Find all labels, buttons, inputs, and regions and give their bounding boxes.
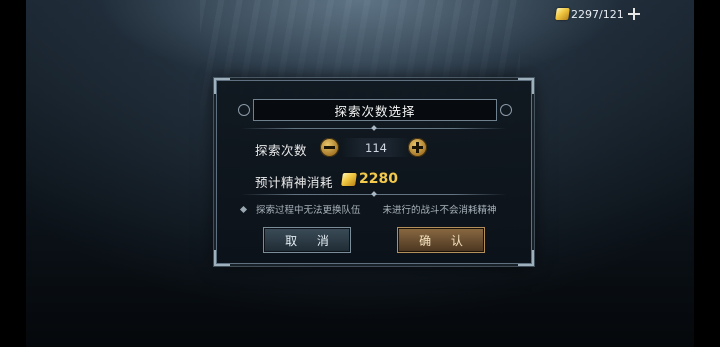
- note-text: 未进行的战斗不会消耗精神: [382, 205, 497, 216]
- cost-value: 2280: [359, 171, 398, 187]
- gold-ingot-icon: [555, 8, 570, 20]
- decrease-button[interactable]: [320, 138, 339, 157]
- confirm-button[interactable]: 确 认: [397, 227, 485, 253]
- left-letterbox: [0, 0, 26, 347]
- bullet-icon: [239, 205, 248, 213]
- divider-ornament: [371, 191, 377, 197]
- increase-button[interactable]: [408, 138, 427, 157]
- explore-count-dialog: 探索次数选择 探索次数 114 预计精神消耗 2280 探索过程中无法更换队伍 …: [214, 78, 534, 266]
- dialog-title: 探索次数选择: [238, 99, 512, 121]
- corner-ornament: [518, 78, 534, 94]
- gold-ingot-icon: [341, 172, 357, 186]
- notes-row: 探索过程中无法更换队伍 未进行的战斗不会消耗精神: [239, 202, 497, 216]
- corner-ornament: [518, 250, 534, 266]
- cancel-button[interactable]: 取 消: [263, 227, 351, 253]
- divider-ornament: [371, 125, 377, 131]
- add-currency-icon[interactable]: [627, 7, 641, 21]
- count-value[interactable]: 114: [342, 138, 410, 157]
- note-text: 探索过程中无法更换队伍: [256, 205, 361, 216]
- cost-label: 预计精神消耗: [255, 175, 334, 190]
- currency-display: 2297/121: [555, 5, 641, 23]
- divider: [241, 191, 507, 197]
- corner-ornament: [214, 78, 230, 94]
- cost-display: 2280: [341, 171, 398, 187]
- right-letterbox: [694, 0, 720, 347]
- corner-ornament: [214, 250, 230, 266]
- divider: [241, 125, 507, 131]
- currency-value: 2297/121: [571, 7, 624, 21]
- count-label: 探索次数: [255, 143, 308, 158]
